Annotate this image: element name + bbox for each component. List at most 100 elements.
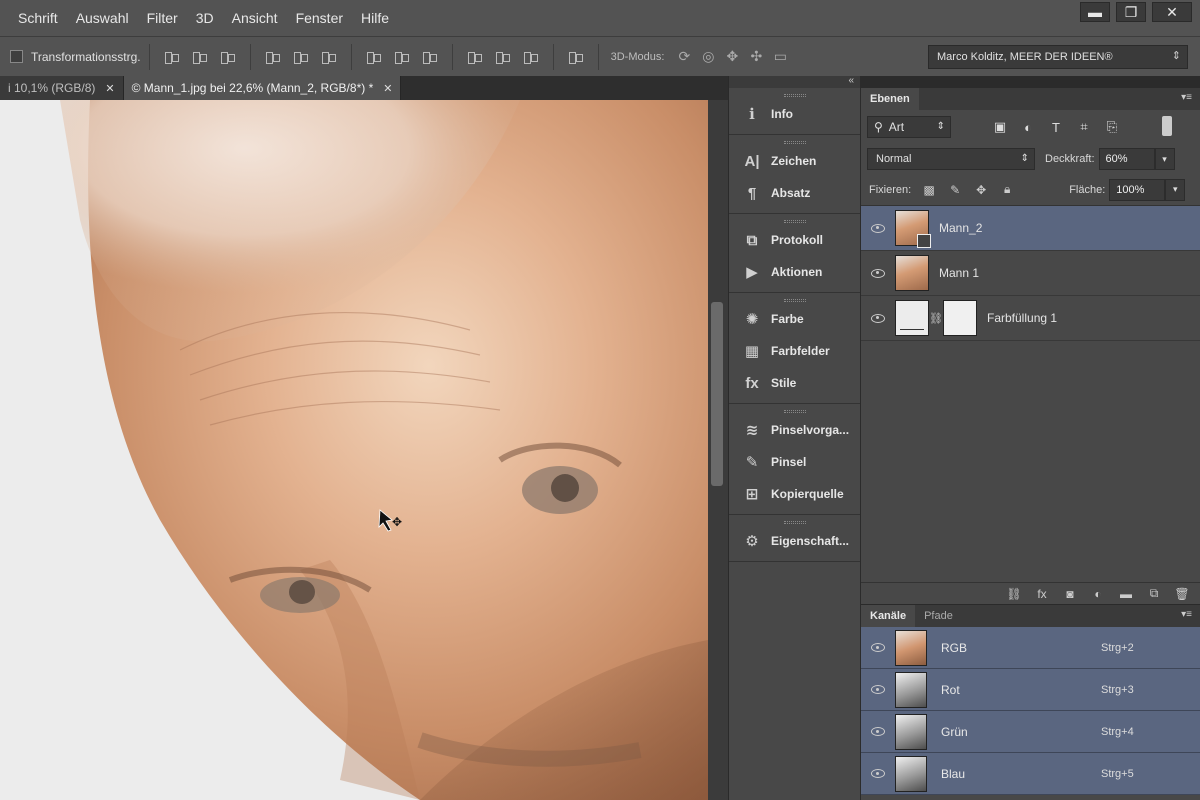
distribute-right-icon[interactable]	[522, 49, 540, 65]
tab-ebenen[interactable]: Ebenen	[861, 88, 919, 110]
align-bottom-icon[interactable]	[219, 49, 237, 65]
adjustment-filter-icon[interactable]: ◐	[1019, 118, 1037, 136]
dock-item[interactable]: ⚙ Eigenschaft...	[729, 525, 860, 557]
minimize-button[interactable]: ▬	[1080, 2, 1110, 22]
dock-item[interactable]: fx Stile	[729, 367, 860, 399]
menu-hilfe[interactable]: Hilfe	[361, 10, 389, 26]
visibility-toggle[interactable]	[861, 313, 895, 323]
layer-row[interactable]: ⛓ Farbfüllung 1	[861, 296, 1200, 341]
scrollbar-thumb[interactable]	[711, 302, 723, 486]
new-group-icon[interactable]: ▬	[1118, 587, 1134, 601]
dock-item[interactable]: ¶ Absatz	[729, 177, 860, 209]
3d-roll-icon[interactable]: ◎	[698, 48, 718, 66]
dock-item[interactable]: ▦ Farbfelder	[729, 335, 860, 367]
3d-scale-icon[interactable]: ▭	[770, 48, 790, 66]
dock-groups: ℹ Info A| Zeichen ¶ Absatz ⧉ Protokoll ▶ Aktionen…	[729, 88, 860, 562]
visibility-toggle[interactable]	[861, 727, 895, 736]
distribute-hcenter-icon[interactable]	[494, 49, 512, 65]
dock-item-label: Pinsel	[771, 455, 807, 469]
align-top-icon[interactable]	[163, 49, 181, 65]
info-icon: ℹ	[749, 106, 755, 123]
menu-filter[interactable]: Filter	[147, 10, 178, 26]
document-tab-1[interactable]: i 10,1% (RGB/8) ✕	[0, 76, 124, 100]
visibility-toggle[interactable]	[861, 268, 895, 278]
smart-object-filter-icon[interactable]: ⎘	[1103, 118, 1121, 136]
new-layer-icon[interactable]: ⧉	[1146, 586, 1162, 601]
collapse-icon[interactable]: «	[848, 75, 854, 86]
new-adjustment-icon[interactable]: ◐	[1090, 587, 1106, 601]
link-layers-icon[interactable]: ⛓	[1006, 587, 1022, 601]
dock-item[interactable]: A| Zeichen	[729, 145, 860, 177]
blend-mode-select[interactable]: Normal ⇕	[867, 148, 1035, 170]
menu-schrift[interactable]: Schrift	[18, 10, 58, 26]
menu-3d[interactable]: 3D	[196, 10, 214, 26]
3d-slide-icon[interactable]: ✣	[746, 48, 766, 66]
channel-name: RGB	[941, 640, 968, 655]
dock-item[interactable]: ✎ Pinsel	[729, 446, 860, 478]
auto-align-icon[interactable]	[567, 49, 585, 65]
visibility-toggle[interactable]	[861, 223, 895, 233]
align-hcenter-icon[interactable]	[292, 49, 310, 65]
filter-toggle-switch[interactable]	[1162, 116, 1172, 136]
shape-filter-icon[interactable]: ⌗	[1075, 118, 1093, 136]
layer-style-icon[interactable]: fx	[1034, 587, 1050, 601]
chain-link-icon[interactable]: ⛓	[929, 312, 943, 325]
dock-item[interactable]: ℹ Info	[729, 98, 860, 130]
menu-auswahl[interactable]: Auswahl	[76, 10, 129, 26]
lock-position-icon[interactable]: ✥	[973, 182, 989, 198]
lock-all-icon[interactable]: 🔒︎	[999, 182, 1015, 198]
panel-menu-icon[interactable]: ▾≡	[1181, 609, 1192, 620]
channel-row[interactable]: Grün Strg+4	[861, 711, 1200, 753]
3d-drag-icon[interactable]: ✥	[722, 48, 742, 66]
distribute-left-icon[interactable]	[466, 49, 484, 65]
workspace-select[interactable]: Marco Kolditz, MEER DER IDEEN® ⇕	[928, 45, 1188, 69]
fill-dropdown-icon[interactable]: ▾	[1165, 178, 1186, 201]
channel-shortcut: Strg+5	[1101, 767, 1134, 780]
channel-row[interactable]: Rot Strg+3	[861, 669, 1200, 711]
dock-item[interactable]: ⧉ Protokoll	[729, 224, 860, 256]
distribute-top-icon[interactable]	[365, 49, 383, 65]
channel-row[interactable]: Blau Strg+5	[861, 753, 1200, 795]
pixel-filter-icon[interactable]: ▣	[991, 118, 1009, 136]
dock-item[interactable]: ⊞ Kopierquelle	[729, 478, 860, 510]
maximize-button[interactable]: ❐	[1116, 2, 1146, 22]
delete-layer-icon[interactable]: 🗑︎	[1174, 587, 1190, 601]
align-left-icon[interactable]	[264, 49, 282, 65]
type-filter-icon[interactable]: T	[1047, 118, 1065, 136]
distribute-bottom-icon[interactable]	[421, 49, 439, 65]
fill-input[interactable]: 100%	[1109, 178, 1166, 201]
layer-row[interactable]: Mann_2	[861, 206, 1200, 251]
menu-fenster[interactable]: Fenster	[296, 10, 343, 26]
align-vcenter-icon[interactable]	[191, 49, 209, 65]
close-icon[interactable]: ✕	[383, 82, 392, 95]
visibility-toggle[interactable]	[861, 643, 895, 652]
tab-pfade[interactable]: Pfade	[915, 605, 962, 627]
lock-pixels-icon[interactable]: ✎	[947, 182, 963, 198]
document-canvas[interactable]: ✥	[0, 100, 708, 800]
add-mask-icon[interactable]: ◙	[1062, 587, 1078, 601]
opacity-input[interactable]: 60%	[1098, 148, 1155, 170]
transform-controls-checkbox[interactable]	[10, 50, 23, 63]
opacity-dropdown-icon[interactable]: ▾	[1154, 148, 1175, 170]
3d-rotate-icon[interactable]: ⟳	[674, 48, 694, 66]
visibility-toggle[interactable]	[861, 685, 895, 694]
layer-row[interactable]: Mann 1	[861, 251, 1200, 296]
distribute-vcenter-icon[interactable]	[393, 49, 411, 65]
align-right-icon[interactable]	[320, 49, 338, 65]
tab-kanaele[interactable]: Kanäle	[861, 605, 916, 627]
dock-item[interactable]: ▶ Aktionen	[729, 256, 860, 288]
lock-transparency-icon[interactable]: ▩	[921, 182, 937, 198]
layers-footer: ⛓ fx ◙ ◐ ▬ ⧉ 🗑︎	[861, 582, 1200, 604]
close-button[interactable]: ✕	[1152, 2, 1192, 22]
canvas-vertical-scrollbar[interactable]	[708, 100, 728, 800]
visibility-toggle[interactable]	[861, 769, 895, 778]
close-icon[interactable]: ✕	[105, 82, 114, 95]
dock-item[interactable]: ✺ Farbe	[729, 303, 860, 335]
panel-menu-icon[interactable]: ▾≡	[1181, 92, 1192, 103]
layer-filter-kind-select[interactable]: ⚲ Art ⇕	[867, 116, 951, 138]
channel-row[interactable]: RGB Strg+2	[861, 627, 1200, 669]
clone-source-icon: ⊞	[745, 486, 759, 503]
document-tab-2[interactable]: © Mann_1.jpg bei 22,6% (Mann_2, RGB/8*) …	[123, 76, 402, 100]
menu-ansicht[interactable]: Ansicht	[232, 10, 278, 26]
dock-item[interactable]: ≋ Pinselvorga...	[729, 414, 860, 446]
